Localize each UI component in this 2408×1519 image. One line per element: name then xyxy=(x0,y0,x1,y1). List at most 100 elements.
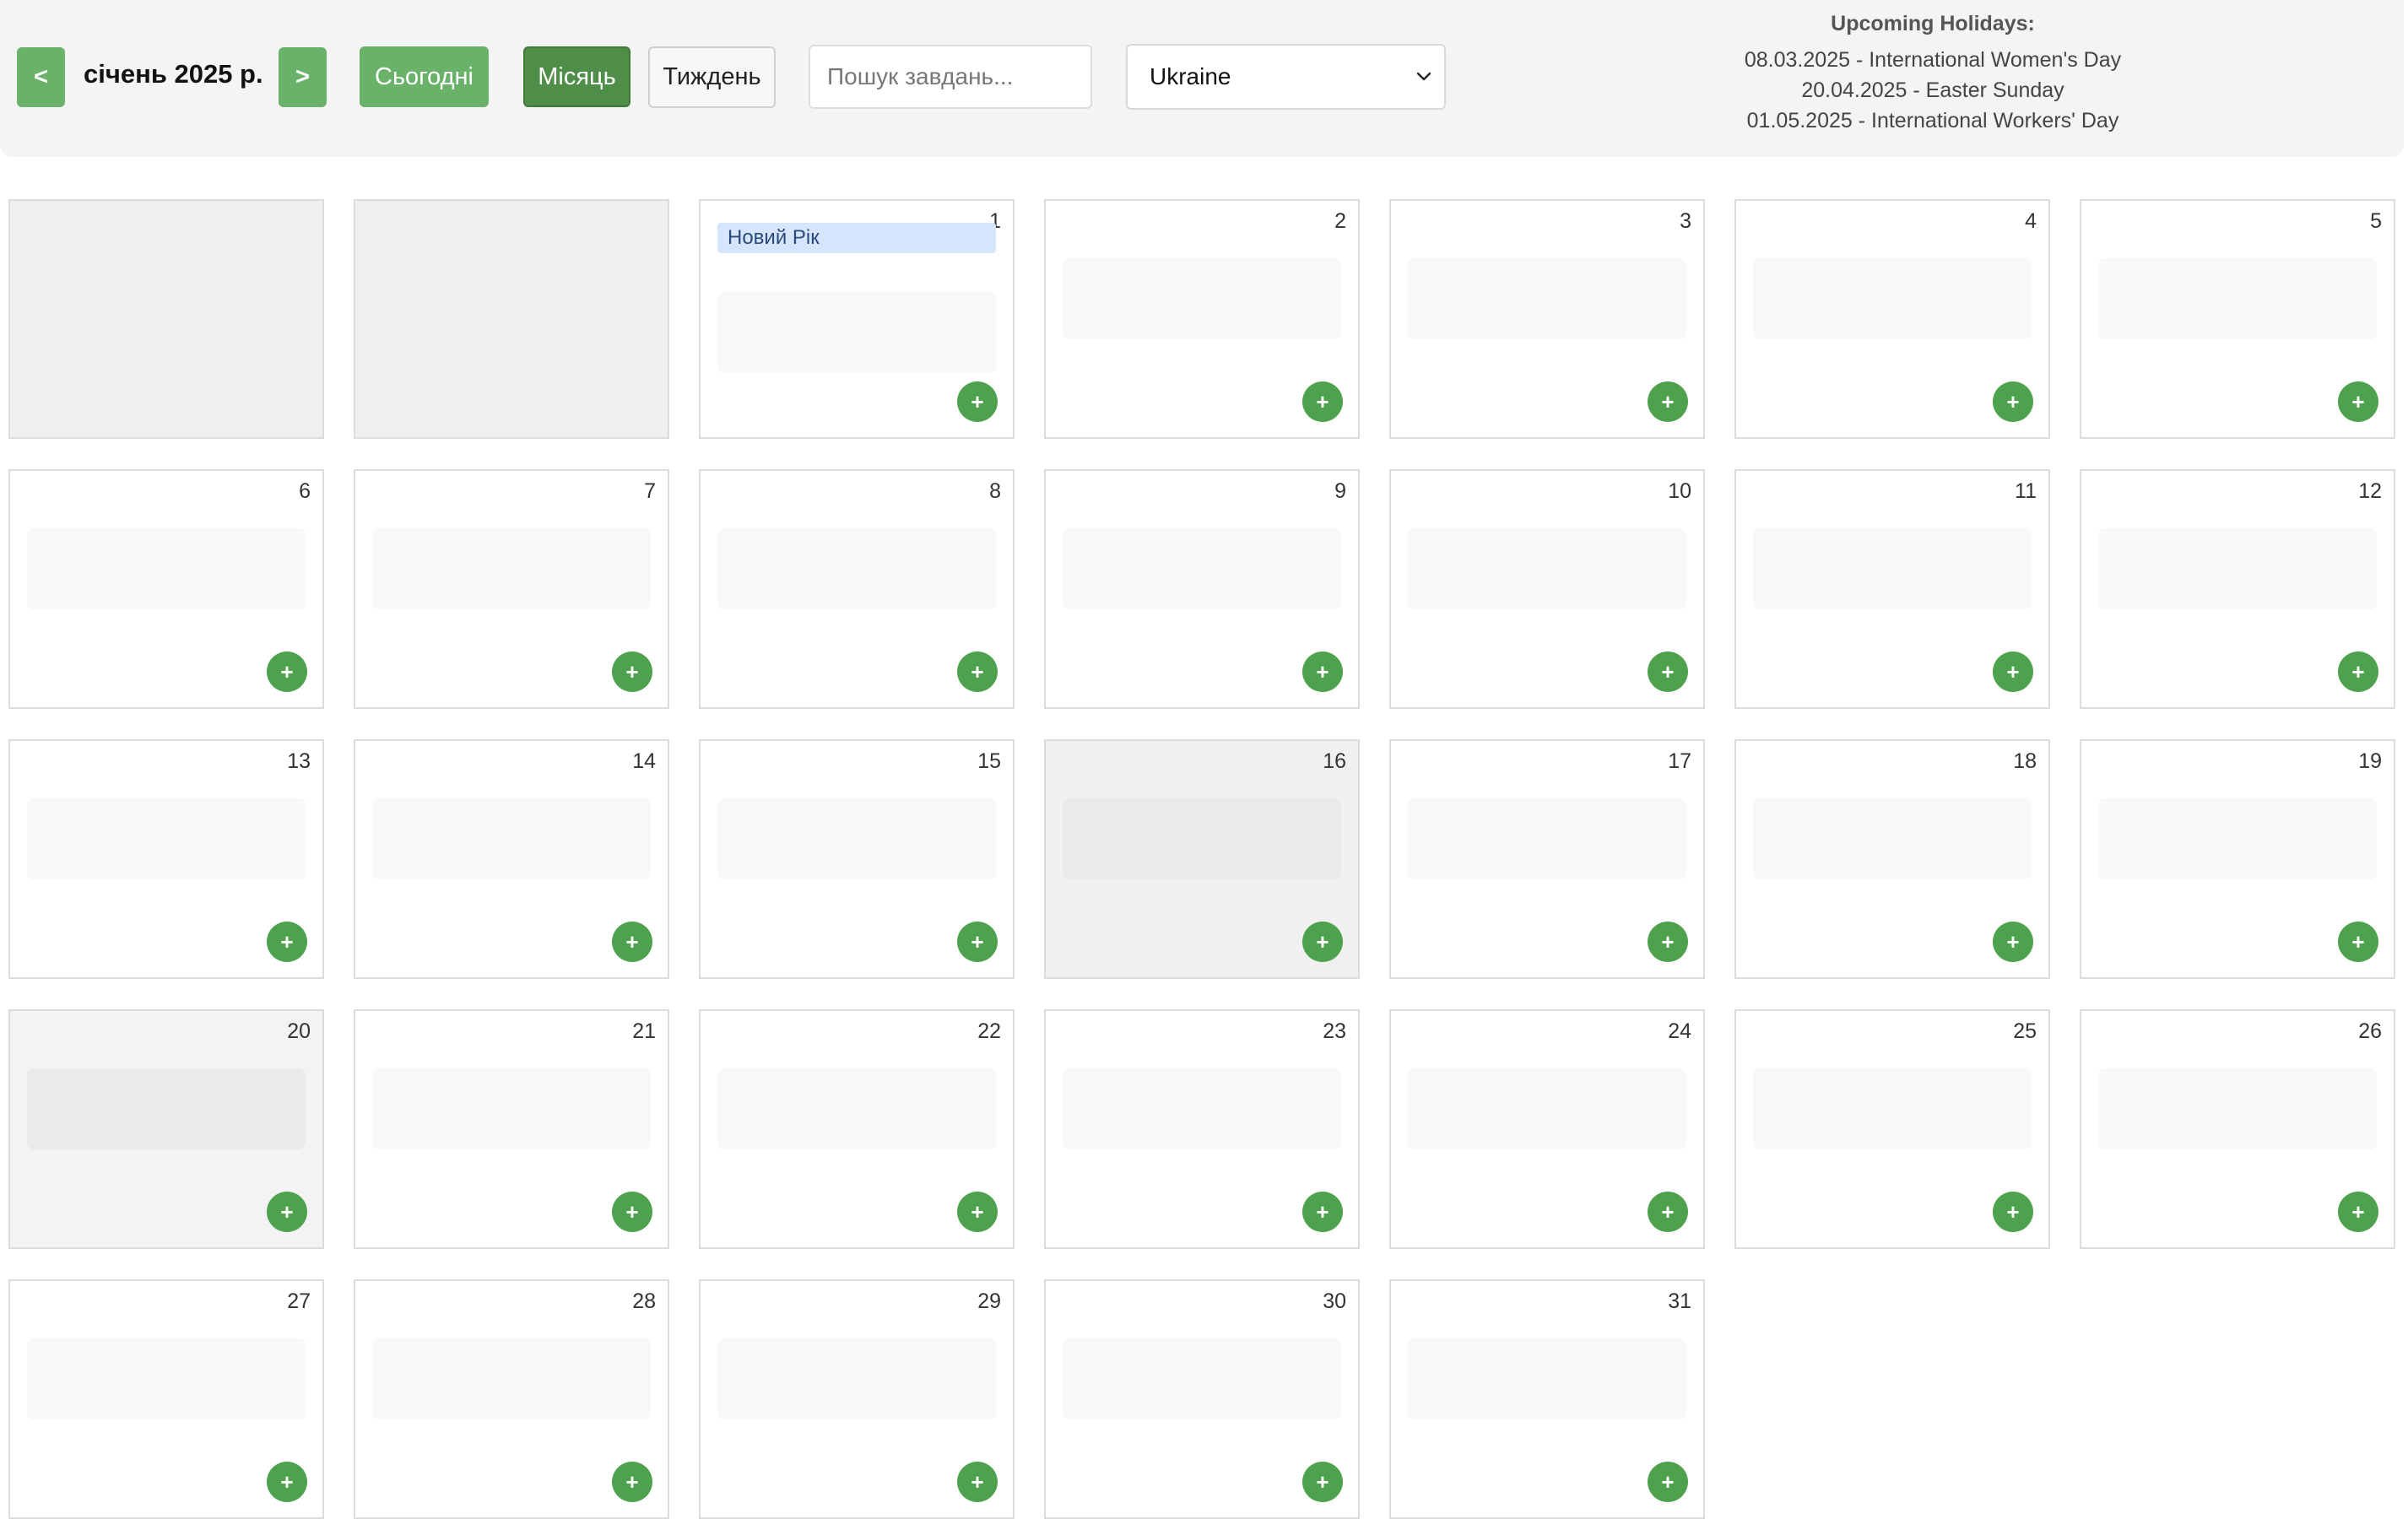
day-cell-2[interactable]: 2 + xyxy=(1044,199,1360,439)
task-drop-area[interactable] xyxy=(1753,528,2032,609)
day-cell-8[interactable]: 8 + xyxy=(699,469,1015,709)
add-task-button[interactable]: + xyxy=(1648,1192,1688,1232)
task-drop-area[interactable] xyxy=(372,1068,651,1149)
day-cell-14[interactable]: 14 + xyxy=(354,739,669,979)
add-task-button[interactable]: + xyxy=(612,922,652,962)
task-drop-area[interactable] xyxy=(1408,258,1686,339)
task-drop-area[interactable] xyxy=(2098,528,2377,609)
add-task-button[interactable]: + xyxy=(1648,651,1688,692)
add-task-button[interactable]: + xyxy=(1302,1462,1343,1502)
add-task-button[interactable]: + xyxy=(1993,381,2033,422)
day-cell-3[interactable]: 3 + xyxy=(1389,199,1705,439)
day-cell-26[interactable]: 26 + xyxy=(2080,1009,2395,1249)
task-drop-area[interactable] xyxy=(1408,798,1686,879)
day-cell-24[interactable]: 24 + xyxy=(1389,1009,1705,1249)
add-task-button[interactable]: + xyxy=(1302,381,1343,422)
task-drop-area[interactable] xyxy=(1063,1338,1341,1419)
task-drop-area[interactable] xyxy=(717,1068,996,1149)
add-task-button[interactable]: + xyxy=(267,1192,307,1232)
add-task-button[interactable]: + xyxy=(1993,1192,2033,1232)
day-cell-6[interactable]: 6 + xyxy=(8,469,324,709)
task-drop-area[interactable] xyxy=(1063,528,1341,609)
country-select[interactable]: Ukraine xyxy=(1126,44,1446,110)
add-task-button[interactable]: + xyxy=(957,651,998,692)
task-drop-area[interactable] xyxy=(1063,798,1341,879)
day-cell-15[interactable]: 15 + xyxy=(699,739,1015,979)
day-cell-11[interactable]: 11 + xyxy=(1734,469,2050,709)
next-month-button[interactable]: > xyxy=(279,47,327,107)
day-cell-9[interactable]: 9 + xyxy=(1044,469,1360,709)
day-cell-4[interactable]: 4 + xyxy=(1734,199,2050,439)
add-task-button[interactable]: + xyxy=(1648,1462,1688,1502)
task-drop-area[interactable] xyxy=(717,798,996,879)
month-view-button[interactable]: Місяць xyxy=(523,46,630,107)
day-cell-25[interactable]: 25 + xyxy=(1734,1009,2050,1249)
day-cell-13[interactable]: 13 + xyxy=(8,739,324,979)
add-task-button[interactable]: + xyxy=(1648,381,1688,422)
add-task-button[interactable]: + xyxy=(1993,922,2033,962)
add-task-button[interactable]: + xyxy=(1648,922,1688,962)
task-drop-area[interactable] xyxy=(27,528,306,609)
task-drop-area[interactable] xyxy=(1753,798,2032,879)
week-view-button[interactable]: Тиждень xyxy=(648,46,776,108)
day-cell-17[interactable]: 17 + xyxy=(1389,739,1705,979)
add-task-button[interactable]: + xyxy=(1302,651,1343,692)
day-cell-27[interactable]: 27 + xyxy=(8,1279,324,1519)
day-cell-19[interactable]: 19 + xyxy=(2080,739,2395,979)
day-cell-12[interactable]: 12 + xyxy=(2080,469,2395,709)
add-task-button[interactable]: + xyxy=(957,1462,998,1502)
day-cell-22[interactable]: 22 + xyxy=(699,1009,1015,1249)
add-task-button[interactable]: + xyxy=(267,1462,307,1502)
add-task-button[interactable]: + xyxy=(957,381,998,422)
add-task-button[interactable]: + xyxy=(2338,381,2378,422)
day-cell-28[interactable]: 28 + xyxy=(354,1279,669,1519)
add-task-button[interactable]: + xyxy=(2338,922,2378,962)
add-task-button[interactable]: + xyxy=(612,1462,652,1502)
task-drop-area[interactable] xyxy=(1408,1068,1686,1149)
task-drop-area[interactable] xyxy=(1408,528,1686,609)
day-cell-18[interactable]: 18 + xyxy=(1734,739,2050,979)
add-task-button[interactable]: + xyxy=(2338,1192,2378,1232)
add-task-button[interactable]: + xyxy=(957,922,998,962)
task-search-input[interactable] xyxy=(809,45,1092,109)
add-task-button[interactable]: + xyxy=(267,651,307,692)
task-drop-area[interactable] xyxy=(372,798,651,879)
add-task-button[interactable]: + xyxy=(1993,651,2033,692)
day-cell-1[interactable]: 1 Новий Рік + xyxy=(699,199,1015,439)
add-task-button[interactable]: + xyxy=(2338,651,2378,692)
day-cell-20[interactable]: 20 + xyxy=(8,1009,324,1249)
task-drop-area[interactable] xyxy=(27,1068,306,1149)
holiday-event[interactable]: Новий Рік xyxy=(717,223,996,253)
prev-month-button[interactable]: < xyxy=(17,47,65,107)
task-drop-area[interactable] xyxy=(1753,258,2032,339)
add-task-button[interactable]: + xyxy=(957,1192,998,1232)
task-drop-area[interactable] xyxy=(1063,1068,1341,1149)
task-drop-area[interactable] xyxy=(717,292,996,373)
task-drop-area[interactable] xyxy=(717,1338,996,1419)
add-task-button[interactable]: + xyxy=(1302,1192,1343,1232)
day-cell-31[interactable]: 31 + xyxy=(1389,1279,1705,1519)
task-drop-area[interactable] xyxy=(2098,1068,2377,1149)
day-cell-5[interactable]: 5 + xyxy=(2080,199,2395,439)
add-task-button[interactable]: + xyxy=(612,1192,652,1232)
task-drop-area[interactable] xyxy=(1408,1338,1686,1419)
day-cell-7[interactable]: 7 + xyxy=(354,469,669,709)
task-drop-area[interactable] xyxy=(27,1338,306,1419)
task-drop-area[interactable] xyxy=(2098,258,2377,339)
day-cell-30[interactable]: 30 + xyxy=(1044,1279,1360,1519)
day-cell-23[interactable]: 23 + xyxy=(1044,1009,1360,1249)
day-cell-10[interactable]: 10 + xyxy=(1389,469,1705,709)
task-drop-area[interactable] xyxy=(1063,258,1341,339)
day-cell-21[interactable]: 21 + xyxy=(354,1009,669,1249)
task-drop-area[interactable] xyxy=(372,528,651,609)
day-cell-29[interactable]: 29 + xyxy=(699,1279,1015,1519)
task-drop-area[interactable] xyxy=(2098,798,2377,879)
task-drop-area[interactable] xyxy=(717,528,996,609)
day-cell-16[interactable]: 16 + xyxy=(1044,739,1360,979)
add-task-button[interactable]: + xyxy=(267,922,307,962)
task-drop-area[interactable] xyxy=(27,798,306,879)
task-drop-area[interactable] xyxy=(372,1338,651,1419)
add-task-button[interactable]: + xyxy=(612,651,652,692)
add-task-button[interactable]: + xyxy=(1302,922,1343,962)
today-button[interactable]: Сьогодні xyxy=(360,46,489,107)
